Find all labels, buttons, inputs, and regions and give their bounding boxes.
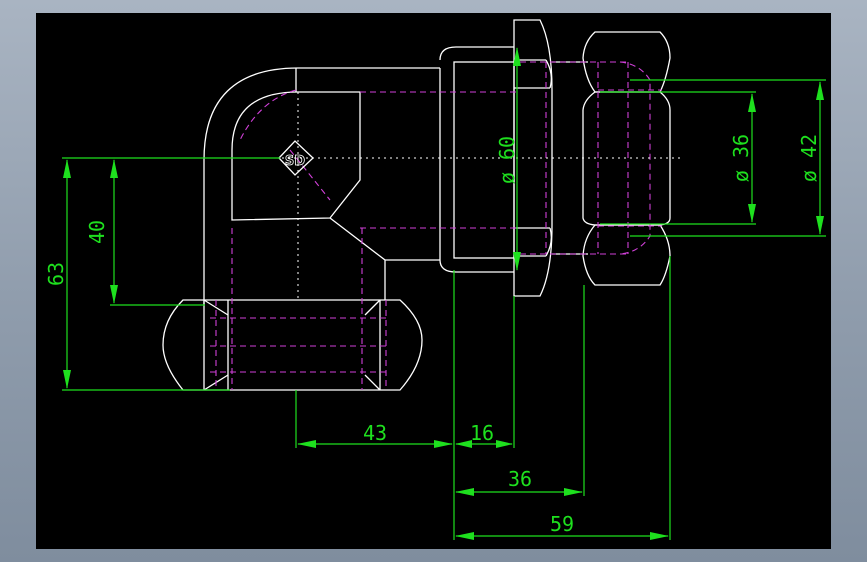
elbow-body-outline (203, 67, 441, 304)
dimension-59-label: 59 (550, 512, 574, 536)
dimension-dia-60-label: ø 60 (495, 136, 519, 184)
dimension-43-label: 43 (363, 421, 387, 445)
dimension-dia-42: ø 42 (630, 79, 826, 237)
bottom-hex-nut (162, 299, 423, 391)
dimension-63-label: 63 (44, 262, 68, 286)
dimension-43: 43 (295, 390, 453, 448)
dimension-36-horizontal: 36 (455, 285, 585, 496)
dimension-59: 59 (455, 256, 671, 540)
svg-text:SD: SD (285, 154, 305, 169)
fitting-drawing: SD 63 40 43 16 36 59 ø 60 ø 36 ø 42 (44, 19, 826, 540)
dimension-16: 16 (453, 270, 515, 540)
dimension-36-label: 36 (508, 467, 532, 491)
cad-viewport[interactable]: SD 63 40 43 16 36 59 ø 60 ø 36 ø 42 (36, 13, 831, 549)
dimension-dia-42-label: ø 42 (797, 134, 821, 182)
dimension-dia-36-label: ø 36 (729, 134, 753, 182)
dimension-16-label: 16 (470, 421, 494, 445)
dimension-40-label: 40 (85, 220, 109, 244)
dimension-40: 40 (85, 159, 205, 306)
dimension-63: 63 (44, 157, 280, 391)
dimension-dia-60: ø 60 (495, 47, 521, 271)
second-hex-nut (582, 31, 671, 286)
